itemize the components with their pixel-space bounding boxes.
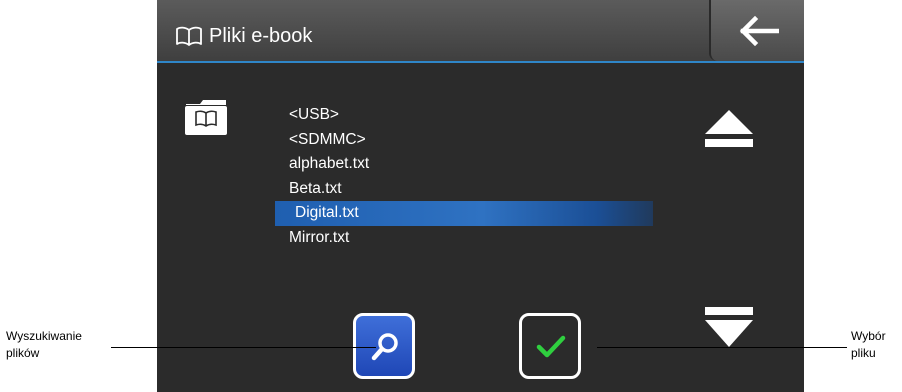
scroll-down-button[interactable] [703, 305, 755, 351]
list-item[interactable]: Mirror.txt [275, 226, 653, 251]
callout-label-search: Wyszukiwanie plików [6, 328, 82, 362]
arrow-left-icon [739, 16, 779, 46]
callout-search-line1: Wyszukiwanie [6, 329, 82, 343]
folder-book-icon [185, 100, 227, 135]
eject-up-icon [705, 110, 753, 147]
callout-select-line2: pliku [851, 346, 876, 360]
list-item[interactable]: <SDMMC> [275, 128, 653, 153]
search-button[interactable] [353, 313, 415, 379]
callout-line-search [111, 347, 376, 348]
list-item[interactable]: alphabet.txt [275, 152, 653, 177]
list-item[interactable]: Beta.txt [275, 177, 653, 202]
list-item[interactable]: <USB> [275, 103, 653, 128]
eject-down-icon [705, 307, 753, 347]
list-item-selected[interactable]: Digital.txt [275, 201, 653, 226]
file-list: <USB> <SDMMC> alphabet.txt Beta.txt Digi… [275, 103, 653, 251]
page-title: Pliki e-book [209, 25, 313, 47]
checkmark-icon [536, 335, 566, 358]
callout-line-select [597, 347, 847, 348]
select-file-button[interactable] [519, 313, 581, 379]
callout-search-line2: plików [6, 346, 40, 360]
callout-select-line1: Wybór [851, 329, 886, 343]
scroll-up-button[interactable] [703, 108, 755, 152]
device-screen: Pliki e-book <USB> <SDMMC> alphabet.txt … [157, 0, 804, 392]
back-button[interactable] [709, 0, 804, 61]
callout-label-select: Wybór pliku [851, 328, 886, 362]
book-icon [176, 26, 202, 46]
title-bar: Pliki e-book [157, 0, 804, 63]
